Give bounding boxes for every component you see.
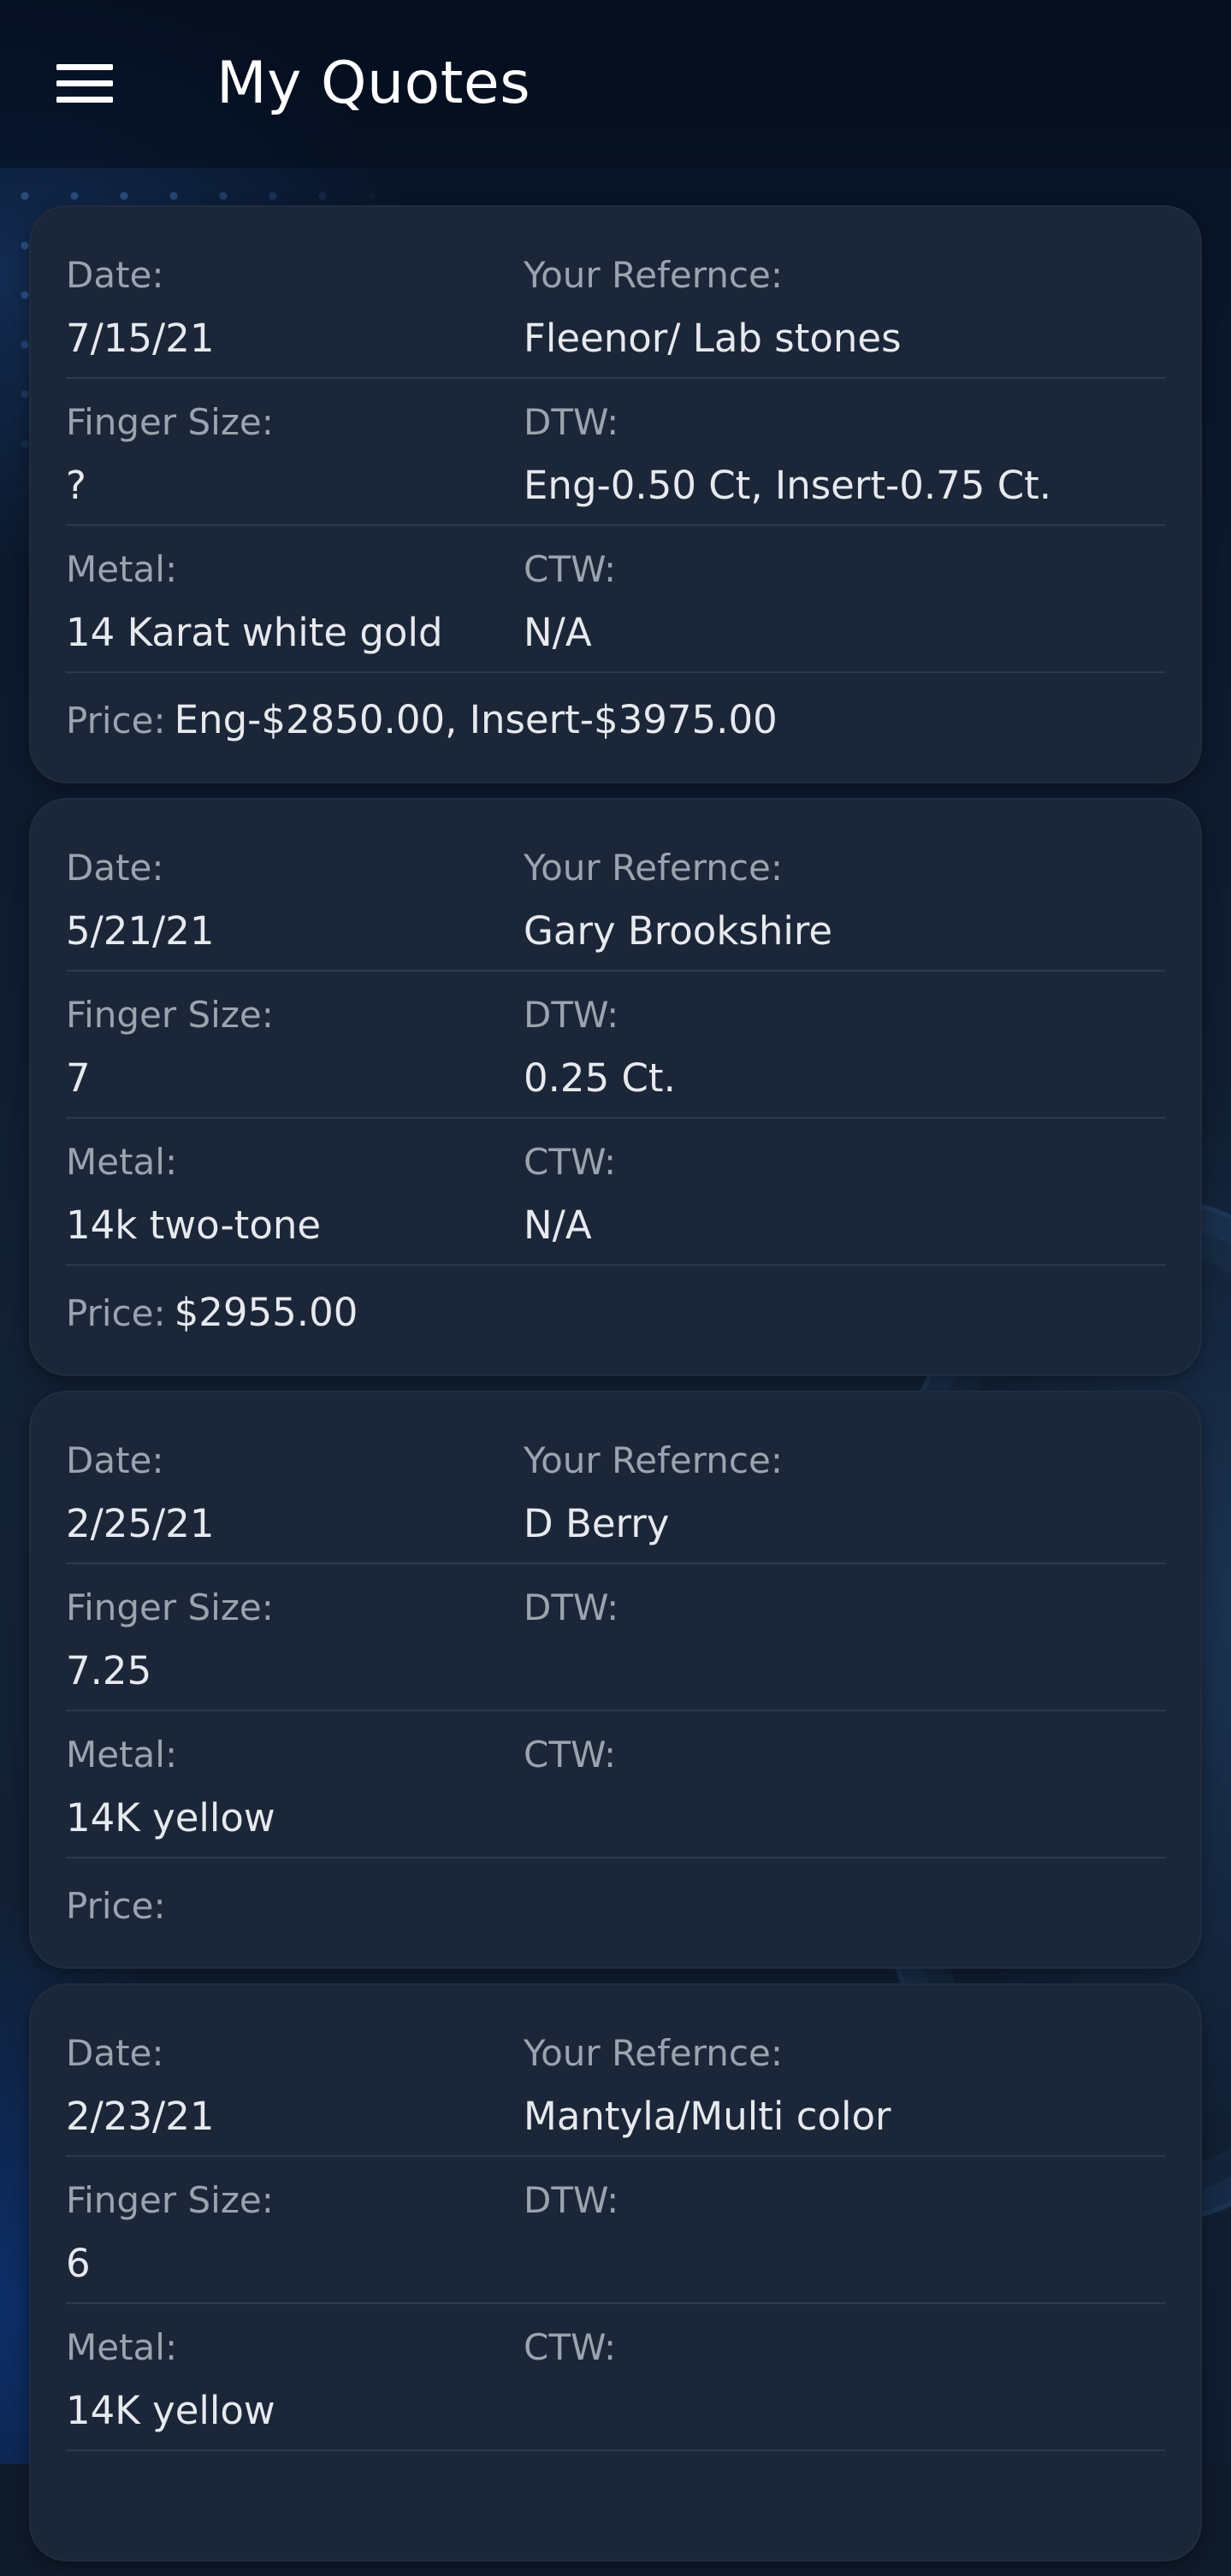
app-header: My Quotes — [0, 0, 1231, 168]
price-label: Price: — [66, 1292, 166, 1334]
quote-row-date-reference: Date: 2/23/21 Your Refernce: Mantyla/Mul… — [66, 2009, 1165, 2157]
reference-value: Fleenor/ Lab stones — [524, 316, 902, 361]
quote-row-size-dtw: Finger Size: 7.25 DTW: — [66, 1563, 1165, 1711]
date-label: Date: — [66, 847, 164, 889]
finger-size-label: Finger Size: — [66, 2179, 274, 2221]
date-label: Date: — [66, 2032, 164, 2074]
finger-size-value: 6 — [66, 2241, 91, 2286]
quote-card[interactable]: Date: 5/21/21 Your Refernce: Gary Brooks… — [29, 798, 1202, 1376]
finger-size-label: Finger Size: — [66, 1586, 274, 1628]
menu-icon — [56, 64, 113, 103]
price-value: Eng-$2850.00, Insert-$3975.00 — [174, 697, 778, 742]
metal-value: 14k two-tone — [66, 1202, 322, 1248]
ctw-label: CTW: — [524, 1141, 617, 1183]
price-label: Price: — [66, 1885, 166, 1927]
dtw-value: Eng-0.50 Ct, Insert-0.75 Ct. — [524, 463, 1052, 508]
date-value: 2/25/21 — [66, 1501, 215, 1546]
dtw-label: DTW: — [524, 1586, 619, 1628]
quote-card[interactable]: Date: 2/23/21 Your Refernce: Mantyla/Mul… — [29, 1983, 1202, 2561]
reference-value: Mantyla/Multi color — [524, 2094, 891, 2139]
quote-card[interactable]: Date: 2/25/21 Your Refernce: D Berry Fin… — [29, 1391, 1202, 1969]
metal-label: Metal: — [66, 1141, 178, 1183]
finger-size-label: Finger Size: — [66, 994, 274, 1036]
quote-row-date-reference: Date: 2/25/21 Your Refernce: D Berry — [66, 1416, 1165, 1564]
reference-label: Your Refernce: — [524, 1439, 784, 1481]
finger-size-value: 7 — [66, 1055, 91, 1101]
reference-value: D Berry — [524, 1501, 670, 1546]
quote-row-metal-ctw: Metal: 14K yellow CTW: — [66, 2303, 1165, 2451]
menu-button[interactable] — [43, 51, 125, 116]
quote-row-metal-ctw: Metal: 14k two-tone CTW: N/A — [66, 1118, 1165, 1266]
page-title: My Quotes — [216, 50, 531, 117]
finger-size-label: Finger Size: — [66, 401, 274, 443]
dtw-label: DTW: — [524, 2179, 619, 2221]
metal-value: 14 Karat white gold — [66, 610, 443, 655]
metal-value: 14K yellow — [66, 2388, 275, 2433]
date-value: 2/23/21 — [66, 2094, 215, 2139]
metal-value: 14K yellow — [66, 1795, 275, 1840]
date-label: Date: — [66, 1439, 164, 1481]
quote-row-size-dtw: Finger Size: ? DTW: Eng-0.50 Ct, Insert-… — [66, 378, 1165, 526]
ctw-label: CTW: — [524, 1734, 617, 1775]
price-line: Price: $2955.00 — [66, 1287, 358, 1339]
metal-label: Metal: — [66, 2326, 178, 2368]
price-line: Price: Eng-$2850.00, Insert-$3975.00 — [66, 694, 778, 747]
ctw-value: N/A — [524, 610, 592, 655]
ctw-label: CTW: — [524, 548, 617, 590]
ctw-label: CTW: — [524, 2326, 617, 2368]
dtw-label: DTW: — [524, 401, 619, 443]
price-value: $2955.00 — [174, 1290, 358, 1335]
finger-size-value: ? — [66, 463, 86, 508]
quote-row-size-dtw: Finger Size: 7 DTW: 0.25 Ct. — [66, 971, 1165, 1119]
date-value: 7/15/21 — [66, 316, 215, 361]
date-value: 5/21/21 — [66, 908, 215, 954]
quote-card[interactable]: Date: 7/15/21 Your Refernce: Fleenor/ La… — [29, 205, 1202, 783]
reference-label: Your Refernce: — [524, 2032, 784, 2074]
dtw-label: DTW: — [524, 994, 619, 1036]
ctw-value: N/A — [524, 1202, 592, 1248]
date-label: Date: — [66, 254, 164, 296]
quotes-list: Date: 7/15/21 Your Refernce: Fleenor/ La… — [29, 205, 1202, 2576]
quote-row-date-reference: Date: 5/21/21 Your Refernce: Gary Brooks… — [66, 824, 1165, 972]
reference-value: Gary Brookshire — [524, 908, 833, 954]
quote-row-metal-ctw: Metal: 14K yellow CTW: — [66, 1710, 1165, 1858]
reference-label: Your Refernce: — [524, 847, 784, 889]
metal-label: Metal: — [66, 548, 178, 590]
quote-row-size-dtw: Finger Size: 6 DTW: — [66, 2156, 1165, 2304]
quote-row-date-reference: Date: 7/15/21 Your Refernce: Fleenor/ La… — [66, 231, 1165, 379]
dtw-value: 0.25 Ct. — [524, 1055, 676, 1101]
reference-label: Your Refernce: — [524, 254, 784, 296]
finger-size-value: 7.25 — [66, 1648, 152, 1693]
price-line: Price: — [66, 1880, 175, 1932]
price-label: Price: — [66, 700, 166, 741]
metal-label: Metal: — [66, 1734, 178, 1775]
quote-row-metal-ctw: Metal: 14 Karat white gold CTW: N/A — [66, 525, 1165, 673]
